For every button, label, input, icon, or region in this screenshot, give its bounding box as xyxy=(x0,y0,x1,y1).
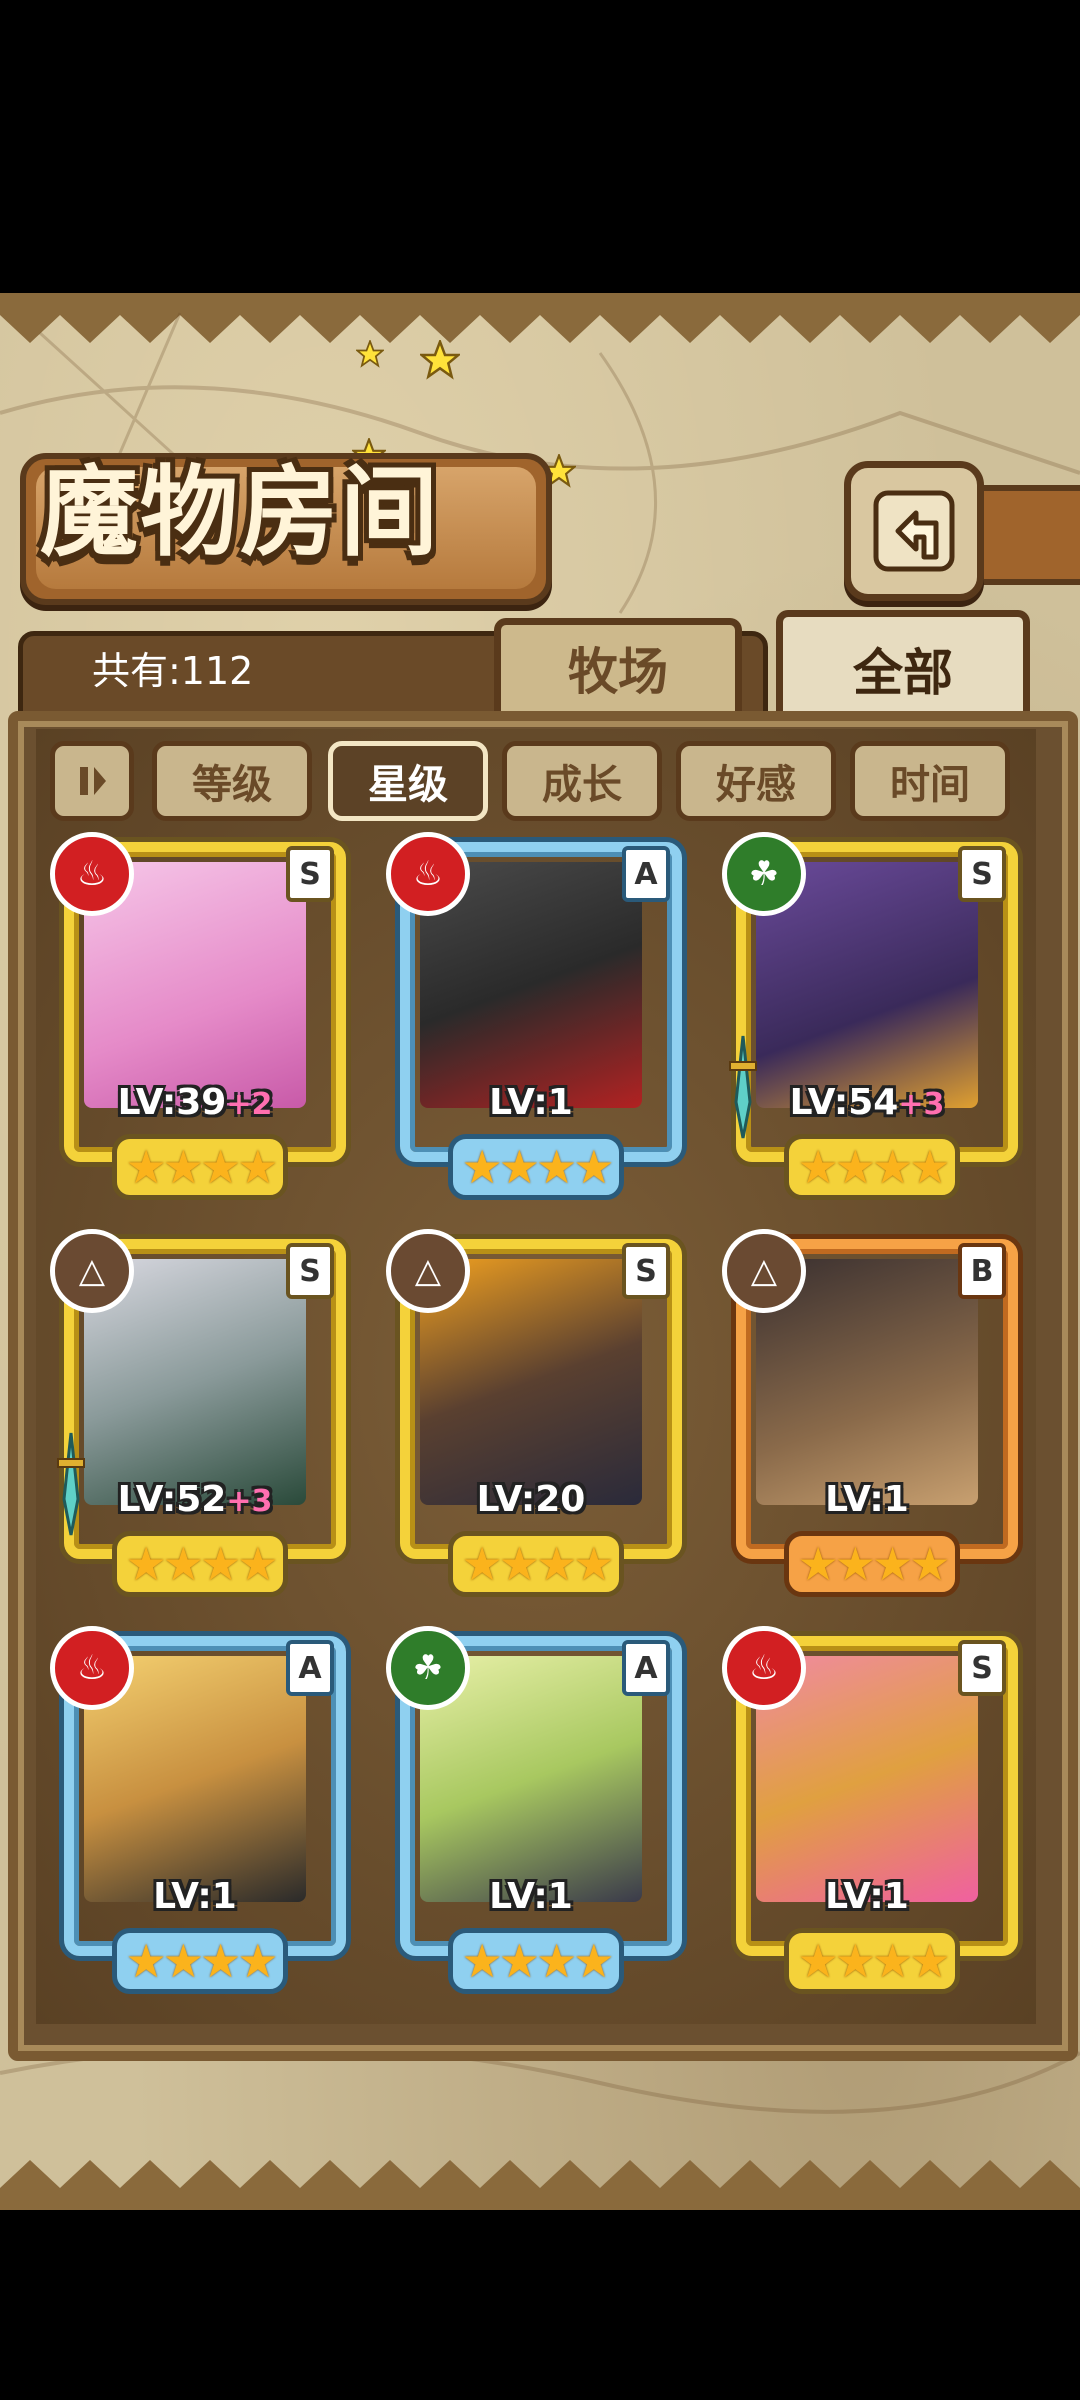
star-rating: ★★★★ xyxy=(112,1531,288,1597)
fire-element-icon: ♨ xyxy=(722,1626,806,1710)
back-arrow-icon xyxy=(873,490,955,572)
star-icons: ★★★★ xyxy=(797,1537,951,1591)
earth-element-icon: △ xyxy=(722,1229,806,1313)
rank-badge: B xyxy=(958,1243,1006,1299)
star-icons: ★★★★ xyxy=(125,1140,279,1194)
pause-icon xyxy=(80,767,106,795)
star-icons: ★★★★ xyxy=(797,1934,951,1988)
tab-all[interactable]: 全部 xyxy=(776,610,1030,721)
rank-badge: A xyxy=(622,846,670,902)
star-icons: ★★★★ xyxy=(461,1934,615,1988)
level-text: LV:54 xyxy=(789,1082,899,1123)
star-rating: ★★★★ xyxy=(784,1928,960,1994)
page-title: 魔物房间 xyxy=(40,455,441,570)
fire-element-icon: ♨ xyxy=(50,832,134,916)
star-rating: ★★★★ xyxy=(784,1531,960,1597)
monster-card[interactable]: S ☘ LV:54+3 ★★★★ xyxy=(722,832,1018,1202)
monster-card[interactable]: A ♨ LV:1 ★★★★ xyxy=(386,832,682,1202)
star-icons: ★★★★ xyxy=(461,1140,615,1194)
level-text: LV:1 xyxy=(489,1876,573,1917)
rank-badge: S xyxy=(286,846,334,902)
fire-element-icon: ♨ xyxy=(386,832,470,916)
back-button[interactable] xyxy=(844,461,984,601)
star-icons: ★★★★ xyxy=(797,1140,951,1194)
tab-label: 全部 xyxy=(853,643,953,702)
level-text: LV:1 xyxy=(489,1082,573,1123)
star-rating: ★★★★ xyxy=(784,1134,960,1200)
monster-card[interactable]: S ♨ LV:39+2 ★★★★ xyxy=(50,832,346,1202)
sort-label: 星级 xyxy=(368,761,448,808)
monster-card[interactable]: S ♨ LV:1 ★★★★ xyxy=(722,1626,1018,1996)
tab-ranch[interactable]: 牧场 xyxy=(494,618,742,711)
level-bonus: +2 xyxy=(226,1087,273,1122)
star-rating: ★★★★ xyxy=(112,1134,288,1200)
tab-label: 牧场 xyxy=(568,642,668,701)
star-rating: ★★★★ xyxy=(448,1928,624,1994)
rank-badge: S xyxy=(958,1640,1006,1696)
monster-level: LV:54+3 xyxy=(722,1082,1012,1123)
sword-icon xyxy=(57,1432,85,1536)
earth-element-icon: △ xyxy=(50,1229,134,1313)
star-decoration-icon xyxy=(356,340,384,368)
level-bonus: +3 xyxy=(898,1087,945,1122)
level-text: LV:1 xyxy=(825,1479,909,1520)
sort-by-affinity-button[interactable]: 好感 xyxy=(676,741,836,821)
fire-element-icon: ♨ xyxy=(50,1626,134,1710)
sort-label: 等级 xyxy=(192,761,272,808)
rank-badge: S xyxy=(622,1243,670,1299)
monster-card[interactable]: S △ LV:52+3 ★★★★ xyxy=(50,1229,346,1599)
star-icons: ★★★★ xyxy=(125,1934,279,1988)
zigzag-border-bottom xyxy=(0,2160,1080,2210)
monster-card[interactable]: S △ LV:20 ★★★★ xyxy=(386,1229,682,1599)
rank-badge: A xyxy=(286,1640,334,1696)
sort-by-time-button[interactable]: 时间 xyxy=(850,741,1010,821)
monster-level: LV:1 xyxy=(386,1876,676,1917)
monster-card[interactable]: B △ LV:1 ★★★★ xyxy=(722,1229,1018,1599)
leaf-element-icon: ☘ xyxy=(386,1626,470,1710)
sword-icon xyxy=(729,1035,757,1139)
monster-level: LV:1 xyxy=(386,1082,676,1123)
sort-label: 成长 xyxy=(542,761,622,808)
sort-by-star-button[interactable]: 星级 xyxy=(328,741,488,821)
sort-by-level-button[interactable]: 等级 xyxy=(152,741,312,821)
star-icons: ★★★★ xyxy=(125,1537,279,1591)
monster-level: LV:39+2 xyxy=(50,1082,340,1123)
back-button-rail xyxy=(970,485,1080,585)
sort-order-toggle[interactable] xyxy=(50,741,134,821)
monster-level: LV:1 xyxy=(50,1876,340,1917)
monster-level: LV:52+3 xyxy=(50,1479,340,1520)
star-rating: ★★★★ xyxy=(448,1134,624,1200)
level-text: LV:20 xyxy=(476,1479,586,1520)
rank-badge: S xyxy=(958,846,1006,902)
level-bonus: +3 xyxy=(226,1484,273,1519)
earth-element-icon: △ xyxy=(386,1229,470,1313)
rank-badge: S xyxy=(286,1243,334,1299)
monster-card[interactable]: A ♨ LV:1 ★★★★ xyxy=(50,1626,346,1996)
rank-badge: A xyxy=(622,1640,670,1696)
star-decoration-icon xyxy=(420,340,460,380)
monster-level: LV:1 xyxy=(722,1479,1012,1520)
star-rating: ★★★★ xyxy=(448,1531,624,1597)
monster-level: LV:20 xyxy=(386,1479,676,1520)
monster-card[interactable]: A ☘ LV:1 ★★★★ xyxy=(386,1626,682,1996)
star-rating: ★★★★ xyxy=(112,1928,288,1994)
level-text: LV:1 xyxy=(825,1876,909,1917)
level-text: LV:52 xyxy=(117,1479,227,1520)
leaf-element-icon: ☘ xyxy=(722,832,806,916)
sort-label: 好感 xyxy=(716,761,796,808)
level-text: LV:1 xyxy=(153,1876,237,1917)
monster-level: LV:1 xyxy=(722,1876,1012,1917)
level-text: LV:39 xyxy=(117,1082,227,1123)
sort-by-growth-button[interactable]: 成长 xyxy=(502,741,662,821)
sort-label: 时间 xyxy=(890,761,970,808)
monster-count: 共有:112 xyxy=(92,649,254,693)
star-icons: ★★★★ xyxy=(461,1537,615,1591)
